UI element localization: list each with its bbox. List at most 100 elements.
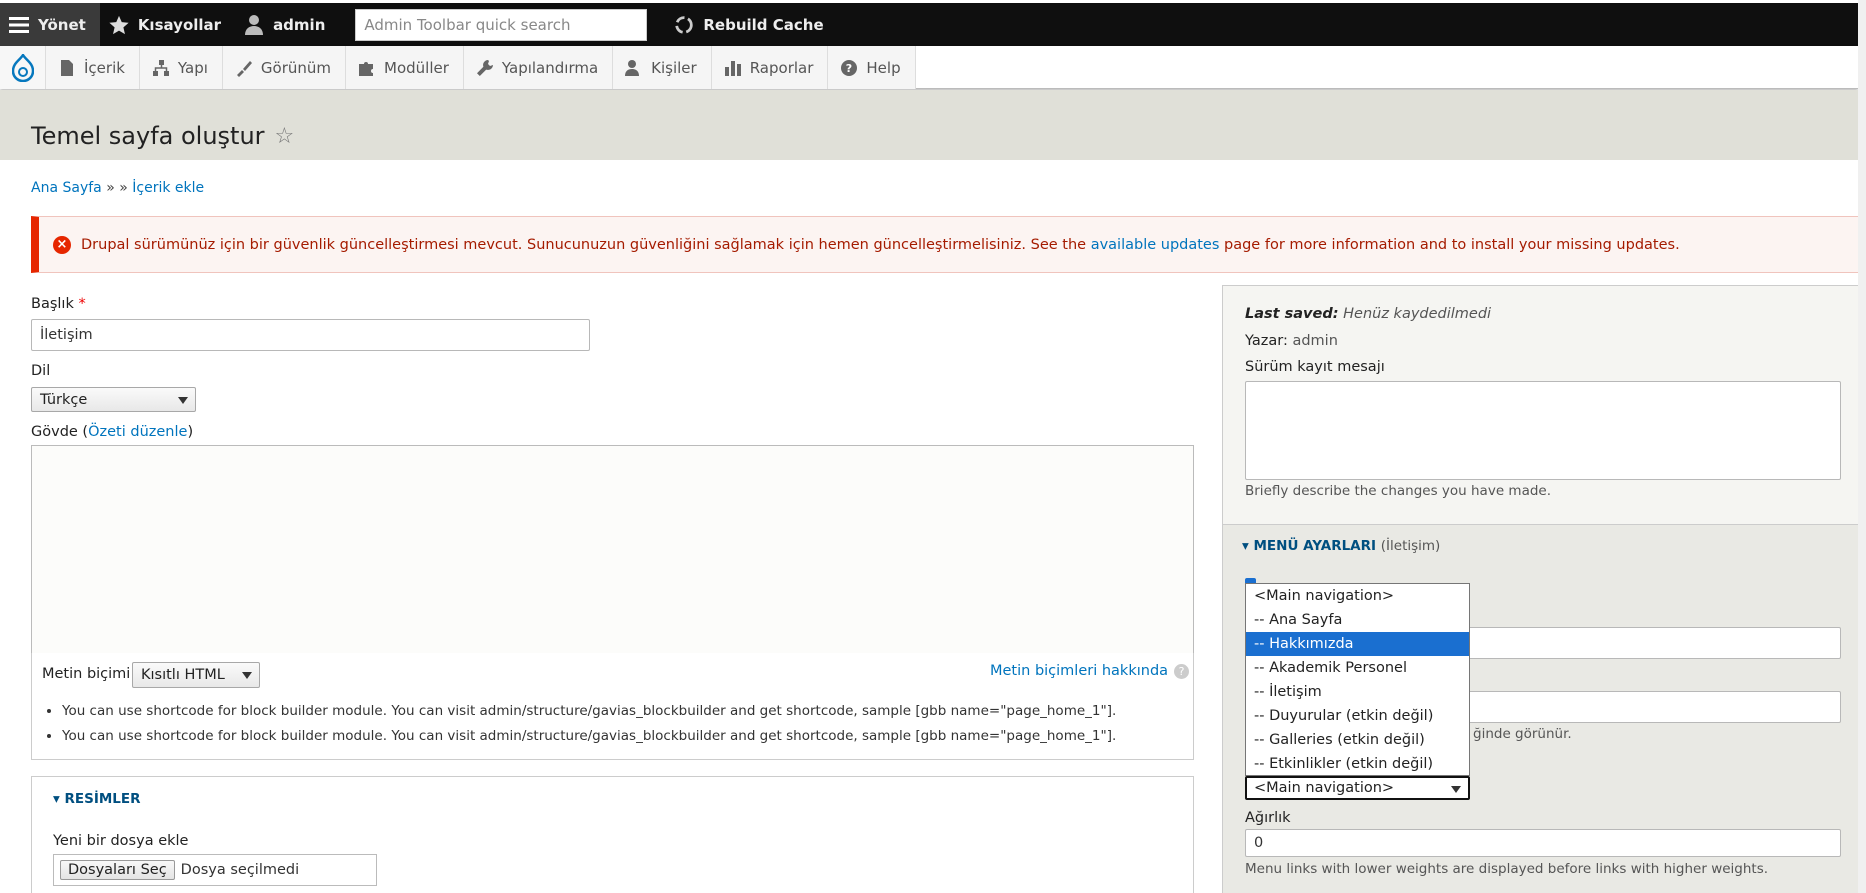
text-format-help: Metin biçimleri hakkında? bbox=[990, 663, 1190, 679]
dropdown-option[interactable]: <Main navigation> bbox=[1246, 584, 1469, 608]
tray-item-label: Modüller bbox=[384, 58, 449, 77]
tray-item-label: Help bbox=[866, 58, 901, 77]
dropdown-option[interactable]: -- İletişim bbox=[1246, 680, 1469, 704]
language-select[interactable]: Türkçe bbox=[31, 387, 196, 412]
page-title-text: Temel sayfa oluştur bbox=[31, 122, 265, 150]
tray-item-appearance[interactable]: Görünüm bbox=[222, 46, 347, 89]
shortcuts-label: Kısayollar bbox=[137, 15, 222, 34]
images-summary[interactable]: ▾ RESİMLER bbox=[53, 791, 141, 807]
manage-menu-button[interactable]: Yönet bbox=[0, 3, 100, 46]
admin-toolbar: Yönet Kısayollar admin Admin Toolbar qui… bbox=[0, 0, 1866, 46]
tray-item-structure[interactable]: Yapı bbox=[139, 46, 223, 89]
images-title: RESİMLER bbox=[64, 791, 141, 807]
rebuild-cache-button[interactable]: Rebuild Cache bbox=[665, 3, 837, 46]
text-format-label: Metin biçimi bbox=[42, 666, 131, 682]
required-mark: * bbox=[78, 296, 86, 312]
star-icon bbox=[108, 14, 130, 36]
body-editor[interactable] bbox=[31, 445, 1194, 654]
user-label: admin bbox=[273, 15, 326, 34]
bar-chart-icon bbox=[724, 60, 741, 76]
file-upload-field: Dosyaları Seç Dosya seçilmedi bbox=[53, 854, 377, 886]
menu-settings-summary[interactable]: ▾ MENÜ AYARLARI (İletişim) bbox=[1242, 538, 1440, 554]
shortcuts-button[interactable]: Kısayollar bbox=[100, 3, 235, 46]
triangle-down-icon: ▾ bbox=[1242, 538, 1254, 554]
text-format-select[interactable]: Kısıtlı HTML bbox=[132, 662, 260, 688]
dropdown-option[interactable]: -- Akademik Personel bbox=[1246, 656, 1469, 680]
help-icon: ? bbox=[1174, 664, 1190, 679]
tray-item-reports[interactable]: Raporlar bbox=[711, 46, 829, 89]
dropdown-option[interactable]: -- Ana Sayfa bbox=[1246, 608, 1469, 632]
revision-log-label: Sürüm kayıt mesajı bbox=[1245, 359, 1385, 375]
page-scrollbar[interactable] bbox=[1858, 0, 1866, 893]
choose-files-button[interactable]: Dosyaları Seç bbox=[60, 860, 175, 880]
title-input[interactable]: İletişim bbox=[31, 319, 590, 351]
chevron-down-icon bbox=[1451, 786, 1461, 793]
tray-item-help[interactable]: ? Help bbox=[828, 46, 916, 89]
security-alert: × Drupal sürümünüz için bir güvenlik gün… bbox=[31, 216, 1863, 273]
parent-item-select[interactable]: <Main navigation> bbox=[1245, 776, 1470, 800]
format-tip: You can use shortcode for block builder … bbox=[62, 728, 1116, 744]
body-label-close: ) bbox=[187, 424, 194, 440]
dropdown-option[interactable]: -- Etkinlikler (etkin değil) bbox=[1246, 752, 1469, 776]
language-select-value: Türkçe bbox=[40, 391, 88, 408]
file-status: Dosya seçilmedi bbox=[180, 862, 300, 878]
title-label-text: Başlık bbox=[31, 296, 74, 312]
breadcrumb-add-content-link[interactable]: İçerik ekle bbox=[132, 180, 204, 196]
triangle-down-icon: ▾ bbox=[53, 791, 65, 807]
tray-item-configuration[interactable]: Yapılandırma bbox=[463, 46, 614, 89]
file-icon bbox=[61, 59, 73, 76]
hamburger-icon bbox=[8, 14, 30, 36]
chevron-down-icon bbox=[242, 672, 252, 679]
weight-description: Menu links with lower weights are displa… bbox=[1245, 861, 1769, 877]
rebuild-cache-label: Rebuild Cache bbox=[703, 15, 824, 34]
weight-label: Ağırlık bbox=[1245, 810, 1291, 826]
page-title: Temel sayfa oluştur ☆ bbox=[31, 122, 294, 150]
edit-summary-link[interactable]: Özeti düzenle bbox=[88, 424, 187, 440]
add-file-label: Yeni bir dosya ekle bbox=[53, 833, 189, 849]
dropdown-option[interactable]: -- Duyurular (etkin değil) bbox=[1246, 704, 1469, 728]
body-label-text: Gövde ( bbox=[31, 424, 89, 440]
puzzle-icon bbox=[359, 61, 374, 76]
people-icon bbox=[625, 59, 640, 76]
parent-item-select-value: <Main navigation> bbox=[1254, 780, 1395, 796]
admin-tray: İçerik Yapı Görünüm Modüller Yapılandırm… bbox=[0, 46, 1858, 89]
title-label: Başlık * bbox=[31, 296, 86, 312]
wrench-icon bbox=[476, 59, 493, 76]
last-saved-label: Last saved: bbox=[1245, 306, 1339, 322]
available-updates-link[interactable]: available updates bbox=[1091, 237, 1220, 253]
dropdown-option[interactable]: -- Galleries (etkin değil) bbox=[1246, 728, 1469, 752]
tray-item-people[interactable]: Kişiler bbox=[613, 46, 712, 89]
page-header: Temel sayfa oluştur ☆ bbox=[0, 90, 1866, 160]
text-format-help-link[interactable]: Metin biçimleri hakkında bbox=[990, 663, 1168, 679]
tray-item-content[interactable]: İçerik bbox=[46, 46, 140, 89]
parent-item-dropdown-list[interactable]: <Main navigation> -- Ana Sayfa -- Hakkım… bbox=[1245, 583, 1470, 776]
tray-item-modules[interactable]: Modüller bbox=[346, 46, 464, 89]
tray-item-label: İçerik bbox=[84, 58, 125, 77]
breadcrumb-separator: » » bbox=[106, 180, 128, 196]
tray-item-label: Yapılandırma bbox=[501, 58, 599, 77]
alert-message: Drupal sürümünüz için bir güvenlik günce… bbox=[81, 236, 1087, 253]
author-label: Yazar: bbox=[1245, 333, 1288, 349]
revision-log-description: Briefly describe the changes you have ma… bbox=[1245, 483, 1552, 499]
dropdown-option-highlighted[interactable]: -- Hakkımızda bbox=[1246, 632, 1469, 656]
last-saved: Last saved: Henüz kaydedilmedi bbox=[1245, 306, 1491, 322]
chevron-down-icon bbox=[178, 396, 188, 404]
revision-log-textarea[interactable] bbox=[1245, 381, 1841, 480]
user-menu-button[interactable]: admin bbox=[235, 3, 339, 46]
svg-text:?: ? bbox=[846, 62, 852, 75]
weight-input[interactable]: 0 bbox=[1245, 829, 1841, 857]
manage-label: Yönet bbox=[38, 15, 86, 34]
format-tip: You can use shortcode for block builder … bbox=[62, 703, 1116, 719]
star-outline-icon[interactable]: ☆ bbox=[275, 124, 295, 149]
tray-item-label: Görünüm bbox=[260, 58, 332, 77]
menu-settings-title: MENÜ AYARLARI bbox=[1253, 538, 1377, 554]
breadcrumb-home-link[interactable]: Ana Sayfa bbox=[31, 180, 102, 196]
user-icon bbox=[243, 14, 265, 36]
language-label: Dil bbox=[31, 363, 51, 379]
toolbar-search-input[interactable]: Admin Toolbar quick search bbox=[355, 8, 648, 41]
menu-description-help: ğinde görünür. bbox=[1473, 726, 1572, 742]
author-value: admin bbox=[1292, 333, 1338, 349]
drupal-logo-icon[interactable] bbox=[0, 46, 46, 89]
format-tips-list: You can use shortcode for block builder … bbox=[62, 703, 1116, 744]
paint-brush-icon bbox=[236, 60, 252, 77]
